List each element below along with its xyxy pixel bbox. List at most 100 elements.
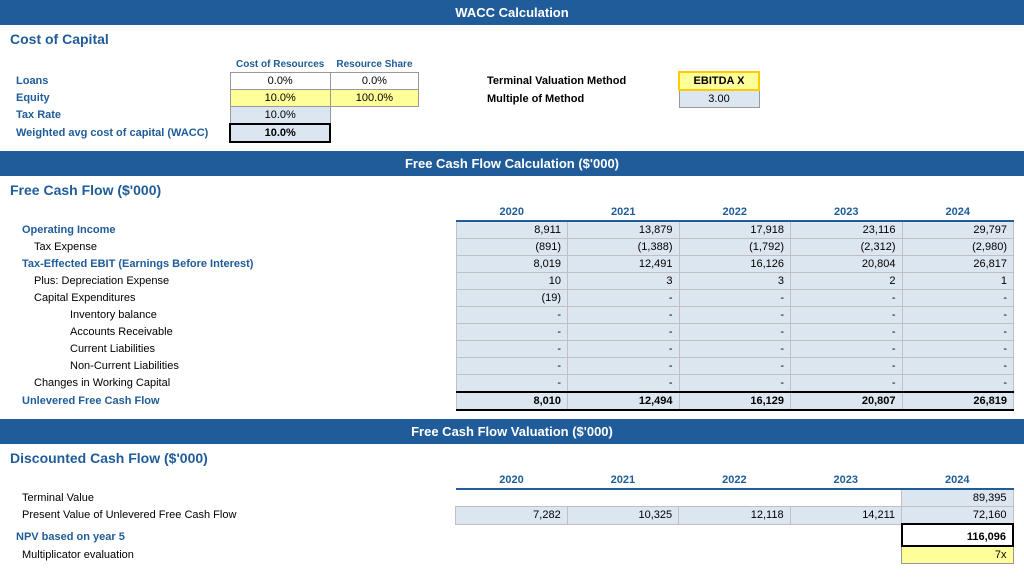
operating-income-label: Operating Income	[10, 221, 456, 239]
tax-expense-2021: (1,388)	[568, 239, 680, 256]
current-liabilities-label: Current Liabilities	[10, 341, 456, 358]
wc-2024: -	[902, 375, 1014, 393]
ufcf-label: Unlevered Free Cash Flow	[10, 392, 456, 410]
cl-2022: -	[679, 341, 791, 358]
pv-2022: 12,118	[679, 507, 790, 525]
depreciation-2022: 3	[679, 273, 791, 290]
table-row: Tax Rate 10.0%	[10, 107, 419, 125]
operating-income-2022: 17,918	[679, 221, 791, 239]
depreciation-2020: 10	[456, 273, 568, 290]
npv-value: 116,096	[902, 524, 1013, 546]
col-header-share: Resource Share	[330, 57, 418, 73]
ebit-2020: 8,019	[456, 256, 568, 273]
table-row: Operating Income 8,911 13,879 17,918 23,…	[10, 221, 1014, 239]
tv-2024: 89,395	[902, 489, 1013, 507]
val-year-2022: 2022	[679, 472, 790, 489]
pv-2024: 72,160	[902, 507, 1013, 525]
main-title: WACC Calculation	[0, 0, 1024, 25]
ufcf-2020: 8,010	[456, 392, 568, 410]
tax-expense-2022: (1,792)	[679, 239, 791, 256]
tax-rate-label: Tax Rate	[10, 107, 230, 125]
tv-2020	[456, 489, 567, 507]
ncl-2024: -	[902, 358, 1014, 375]
ar-2021: -	[568, 324, 680, 341]
table-row: Present Value of Unlevered Free Cash Flo…	[10, 507, 1013, 525]
equity-label: Equity	[10, 90, 230, 107]
ebit-2023: 20,804	[791, 256, 903, 273]
wc-2020: -	[456, 375, 568, 393]
table-row: Tax Expense (891) (1,388) (1,792) (2,312…	[10, 239, 1014, 256]
ncl-2021: -	[568, 358, 680, 375]
terminal-label-2: Multiple of Method	[479, 90, 679, 108]
working-capital-label: Changes in Working Capital	[10, 375, 456, 393]
tax-expense-2024: (2,980)	[902, 239, 1014, 256]
ar-2024: -	[902, 324, 1014, 341]
ebit-2021: 12,491	[568, 256, 680, 273]
tax-expense-label: Tax Expense	[10, 239, 456, 256]
fcf-section: Free Cash Flow ($'000) 2020 2021 2022 20…	[0, 176, 1024, 419]
terminal-value-1[interactable]: EBITDA X	[679, 72, 759, 90]
loans-label: Loans	[10, 73, 230, 90]
wc-2023: -	[791, 375, 903, 393]
capex-2023: -	[791, 290, 903, 307]
depreciation-2024: 1	[902, 273, 1014, 290]
ebit-label: Tax-Effected EBIT (Earnings Before Inter…	[10, 256, 456, 273]
cl-2024: -	[902, 341, 1014, 358]
tv-2023	[790, 489, 901, 507]
table-row: Unlevered Free Cash Flow 8,010 12,494 16…	[10, 392, 1014, 410]
table-row: Changes in Working Capital - - - - -	[10, 375, 1014, 393]
tax-expense-2023: (2,312)	[791, 239, 903, 256]
pv-2021: 10,325	[567, 507, 678, 525]
val-section: Discounted Cash Flow ($'000) 2020 2021 2…	[0, 444, 1024, 572]
capex-2024: -	[902, 290, 1014, 307]
terminal-row-1: Terminal Valuation Method EBITDA X	[479, 72, 759, 90]
depreciation-2021: 3	[568, 273, 680, 290]
equity-share[interactable]: 100.0%	[330, 90, 418, 107]
terminal-value-2[interactable]: 3.00	[679, 90, 759, 108]
mult-value[interactable]: 7x	[902, 546, 1013, 564]
ufcf-2024: 26,819	[902, 392, 1014, 410]
equity-cost[interactable]: 10.0%	[230, 90, 330, 107]
pv-2023: 14,211	[790, 507, 901, 525]
table-row: Plus: Depreciation Expense 10 3 3 2 1	[10, 273, 1014, 290]
capex-2022: -	[679, 290, 791, 307]
ar-2022: -	[679, 324, 791, 341]
wc-2021: -	[568, 375, 680, 393]
cl-2023: -	[791, 341, 903, 358]
ncl-2023: -	[791, 358, 903, 375]
table-row: Tax-Effected EBIT (Earnings Before Inter…	[10, 256, 1014, 273]
fcf-year-header-row: 2020 2021 2022 2023 2024	[10, 204, 1014, 221]
table-row: Terminal Value 89,395	[10, 489, 1013, 507]
tv-2021	[567, 489, 678, 507]
operating-income-2021: 13,879	[568, 221, 680, 239]
table-row: Inventory balance - - - - -	[10, 307, 1014, 324]
ebit-2024: 26,817	[902, 256, 1014, 273]
capex-2021: -	[568, 290, 680, 307]
non-current-liabilities-label: Non-Current Liabilities	[10, 358, 456, 375]
wacc-title: Cost of Capital	[0, 25, 1024, 49]
table-row: Equity 10.0% 100.0%	[10, 90, 419, 107]
cl-2021: -	[568, 341, 680, 358]
fcf-title: Free Cash Flow ($'000)	[0, 176, 1024, 200]
accounts-receivable-label: Accounts Receivable	[10, 324, 456, 341]
ncl-2020: -	[456, 358, 568, 375]
col-header-cost: Cost of Resources	[230, 57, 330, 73]
depreciation-label: Plus: Depreciation Expense	[10, 273, 456, 290]
inventory-2024: -	[902, 307, 1014, 324]
year-2023: 2023	[791, 204, 903, 221]
inventory-2021: -	[568, 307, 680, 324]
operating-income-2024: 29,797	[902, 221, 1014, 239]
wacc-label: Weighted avg cost of capital (WACC)	[10, 124, 230, 142]
wacc-section: Cost of Capital Cost of Resources Resour…	[0, 25, 1024, 151]
ar-2020: -	[456, 324, 568, 341]
mult-label: Multiplicator evaluation	[10, 546, 456, 564]
val-year-2021: 2021	[567, 472, 678, 489]
inventory-2023: -	[791, 307, 903, 324]
terminal-label-1: Terminal Valuation Method	[479, 72, 679, 90]
loans-cost[interactable]: 0.0%	[230, 73, 330, 90]
val-year-2023: 2023	[790, 472, 901, 489]
loans-share[interactable]: 0.0%	[330, 73, 418, 90]
inventory-balance-label: Inventory balance	[10, 307, 456, 324]
terminal-value-label: Terminal Value	[10, 489, 456, 507]
val-title: Discounted Cash Flow ($'000)	[0, 444, 1024, 468]
